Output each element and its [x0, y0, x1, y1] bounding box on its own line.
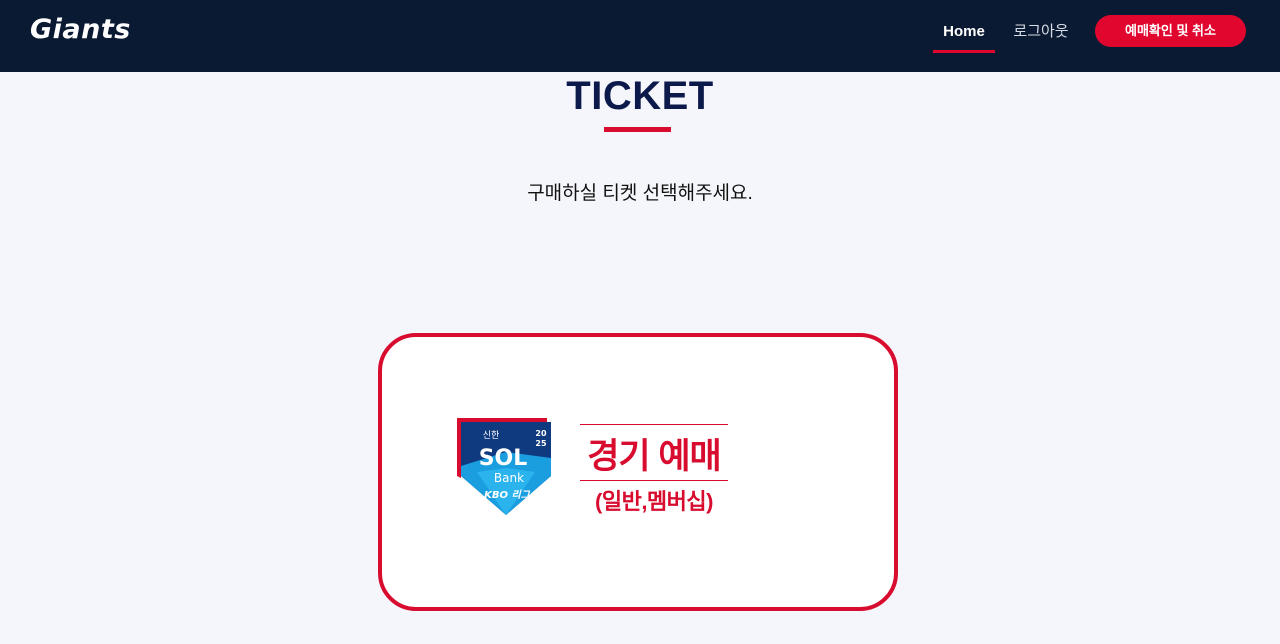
reservation-check-cancel-button[interactable]: 예매확인 및 취소 [1095, 15, 1246, 47]
page-title: TICKET [566, 74, 714, 118]
badge-brand: SOL [479, 446, 528, 471]
badge-bank: Bank [494, 471, 524, 485]
badge-league: KBO 리그 [484, 489, 531, 501]
badge-year-line1: 20 [535, 429, 547, 438]
giants-logo[interactable]: Giants [30, 14, 131, 45]
badge-top-text: 신한 [483, 430, 500, 441]
badge-year-line2: 25 [535, 439, 547, 448]
card-title-rule-middle [580, 480, 728, 481]
kbo-league-badge-icon: 신한 20 25 SOL Bank KBO 리그 [457, 418, 551, 515]
card-title-rule-top [580, 424, 728, 425]
title-underline [604, 127, 671, 132]
nav-home-link[interactable]: Home [933, 16, 995, 53]
page-subtitle: 구매하실 티켓 선택해주세요. [527, 183, 753, 204]
nav-logout-link[interactable]: 로그아웃 [1006, 16, 1076, 50]
ticket-card-subtitle: (일반,멤버십) [595, 489, 713, 514]
top-navigation-bar: Giants Home 로그아웃 예매확인 및 취소 [0, 0, 1280, 72]
ticket-card-title: 경기 예매 [587, 437, 722, 476]
